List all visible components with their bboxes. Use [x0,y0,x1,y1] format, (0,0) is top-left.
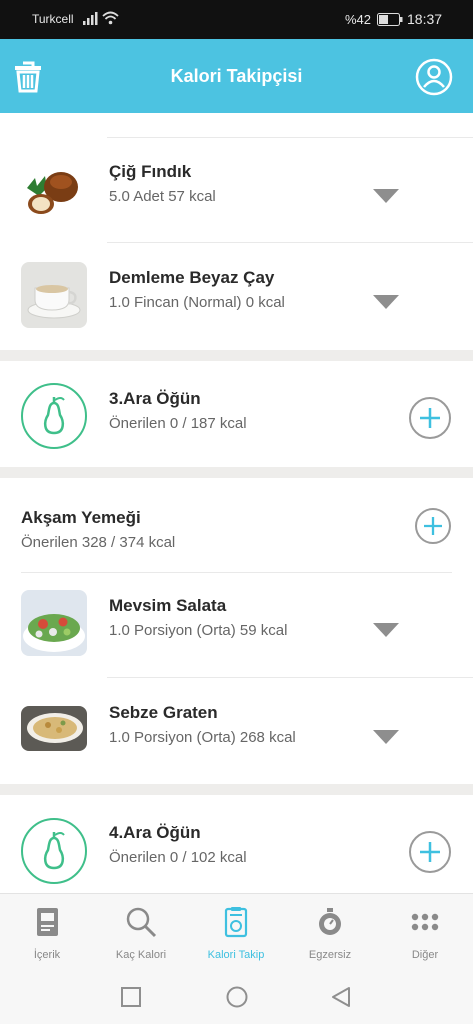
food-detail: 1.0 Porsiyon (Orta) 59 kcal [109,622,288,639]
search-icon [126,907,157,938]
nav-label: Kaç Kalori [115,949,167,961]
meal-title: 4.Ara Öğün [109,823,201,842]
chevron-down-icon[interactable] [373,295,399,309]
add-food-button[interactable] [415,508,451,544]
section-separator [0,350,473,361]
plus-icon [420,842,440,862]
stopwatch-icon [319,908,341,935]
meal-recommended: Önerilen 328 / 374 kcal [21,534,176,551]
add-food-button[interactable] [409,831,451,873]
meal-title: Akşam Yemeği [21,508,141,527]
battery-icon [377,13,403,26]
system-nav-bar [0,966,473,1024]
food-detail: 1.0 Fincan (Normal) 0 kcal [109,294,285,311]
meal-recommended: Önerilen 0 / 187 kcal [109,415,247,432]
food-detail: 1.0 Porsiyon (Orta) 268 kcal [109,729,296,746]
food-name: Demleme Beyaz Çay [109,268,275,287]
app-header: Kalori Takipçisi [0,39,473,113]
signal-icon [83,12,98,25]
add-food-button[interactable] [409,397,451,439]
carrier-name: Turkcell [32,12,74,26]
nav-label: Egzersiz [308,949,352,961]
nav-label: Diğer [411,949,439,961]
tracker-icon [224,907,248,938]
nav-item-kalori-takip[interactable]: Kalori Takip [189,894,283,967]
gratin-image [21,706,87,751]
page-title: Kalori Takipçisi [170,66,303,86]
book-icon [37,908,58,936]
plus-icon [424,517,442,535]
pear-icon [43,832,65,870]
chevron-down-icon[interactable] [373,623,399,637]
salad-image [21,590,87,656]
nav-item-icerik[interactable]: İçerik [0,894,94,967]
divider [107,137,473,138]
food-name: Mevsim Salata [109,596,227,615]
divider [107,677,473,678]
chevron-down-icon[interactable] [373,730,399,744]
divider [21,572,452,573]
pear-badge [21,383,87,449]
nav-label: İçerik [33,949,61,961]
section-separator [0,784,473,795]
pear-icon [43,397,65,435]
pear-badge [21,818,87,884]
tea-cup-image [21,262,87,328]
meal-recommended: Önerilen 0 / 102 kcal [109,849,247,866]
more-icon [411,913,439,931]
nav-item-egzersiz[interactable]: Egzersiz [283,894,377,967]
plus-icon [420,408,440,428]
section-separator [0,467,473,478]
profile-icon[interactable] [415,58,453,96]
battery-percent: %42 [345,12,372,27]
food-name: Sebze Graten [109,703,218,722]
home-icon[interactable] [226,986,248,1008]
hazelnut-image [21,158,87,224]
clock: 18:37 [407,11,443,27]
meal-title: 3.Ara Öğün [109,389,201,408]
wifi-icon [102,11,119,25]
status-bar: Turkcell %42 18:37 [0,0,473,39]
nav-label: Kalori Takip [207,949,265,961]
divider [107,242,473,243]
food-detail: 5.0 Adet 57 kcal [109,188,216,205]
nav-item-diger[interactable]: Diğer [378,894,472,967]
bottom-nav: İçerik Kaç Kalori Kalori Takip Egzersiz [0,893,473,966]
food-name: Çiğ Fındık [109,162,192,181]
back-icon[interactable] [331,986,351,1008]
recents-icon[interactable] [121,987,141,1007]
nav-item-kac-kalori[interactable]: Kaç Kalori [94,894,188,967]
chevron-down-icon[interactable] [373,189,399,203]
